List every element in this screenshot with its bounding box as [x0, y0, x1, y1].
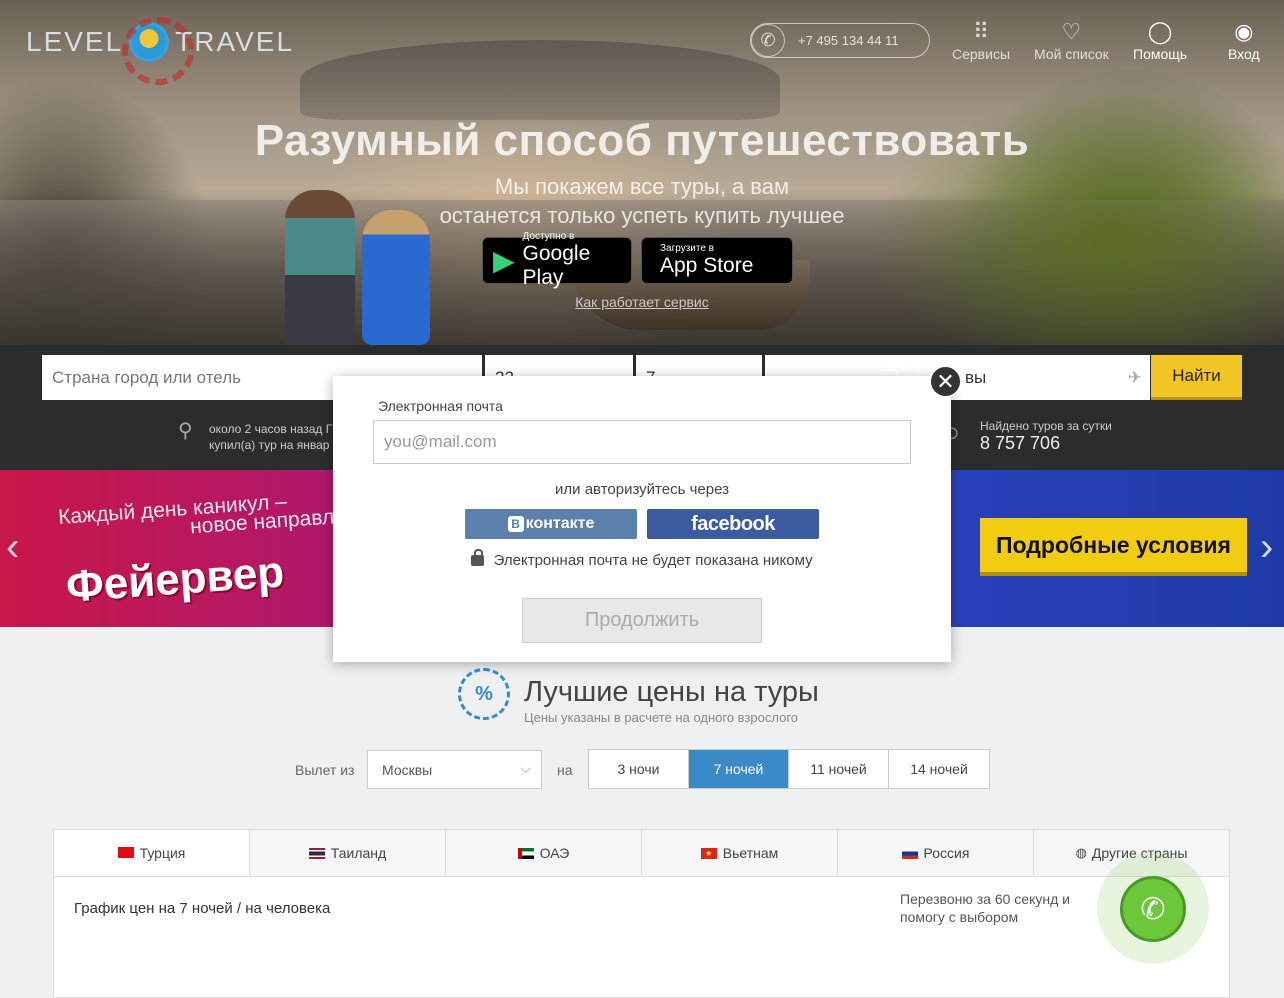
close-modal-button[interactable]: ✕	[929, 365, 962, 398]
facebook-label: facebook	[691, 512, 775, 535]
close-icon: ✕	[936, 368, 955, 394]
vk-logo-icon: В	[507, 516, 524, 532]
email-field[interactable]	[373, 420, 911, 464]
facebook-login-button[interactable]: facebook	[647, 509, 819, 539]
close-label[interactable]: закрыть	[880, 362, 921, 374]
vk-label: контакте	[525, 515, 595, 532]
or-authorize-text: или авторизуйтесь через	[555, 481, 729, 498]
lock-icon	[471, 549, 485, 566]
vk-login-button[interactable]: В контакте	[465, 509, 637, 539]
continue-button[interactable]: Продолжить	[522, 598, 762, 643]
email-label: Электронная почта	[378, 398, 503, 414]
privacy-note: Электронная почта не будет показана нико…	[333, 549, 951, 569]
privacy-text: Электронная почта не будет показана нико…	[493, 552, 813, 569]
login-modal: Электронная почта или авторизуйтесь чере…	[333, 376, 951, 662]
